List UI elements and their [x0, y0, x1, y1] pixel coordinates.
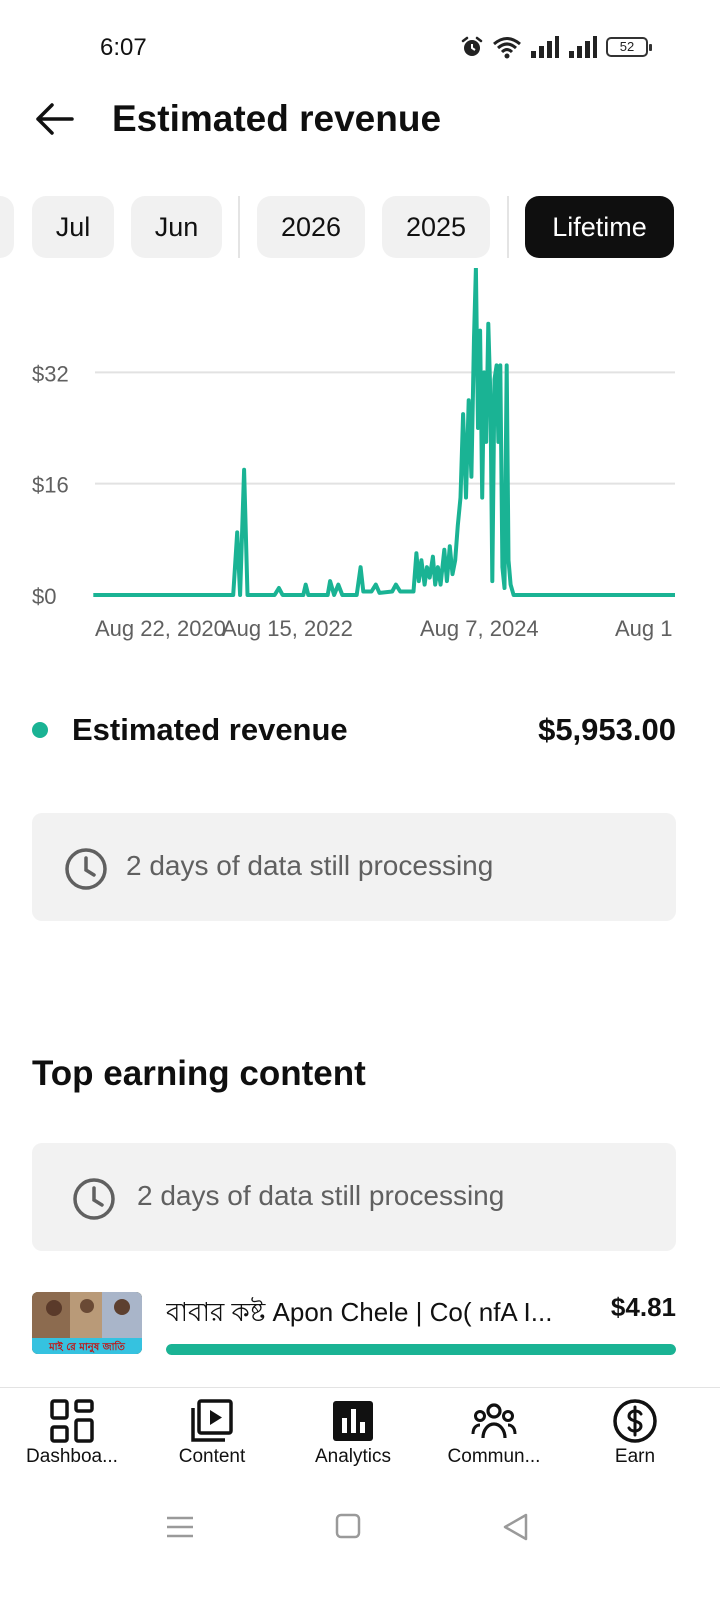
status-bar: 6:07 52 — [0, 0, 720, 96]
clock-icon — [73, 1178, 115, 1220]
chip-jul[interactable]: Jul — [32, 196, 114, 258]
nav-dashboard[interactable]: Dashboa... — [0, 1388, 144, 1480]
chip-lifetime[interactable]: Lifetime — [525, 196, 674, 258]
system-nav — [0, 1490, 720, 1560]
chip-partial[interactable] — [0, 196, 14, 258]
wifi-icon — [493, 37, 521, 59]
chart-y-tick-label: $16 — [32, 473, 69, 498]
signal-icon — [531, 36, 559, 58]
content-title[interactable]: বাবার কষ্ট Apon Chele | Co( nfA I... — [166, 1292, 571, 1336]
chart-x-tick-label: Aug 7, 2024 — [420, 616, 539, 641]
chip-jun[interactable]: Jun — [131, 196, 222, 258]
chip-divider-2 — [507, 196, 509, 258]
alarm-icon — [461, 36, 483, 56]
summary-label: Estimated revenue — [72, 712, 348, 747]
chart-x-tick-label: Aug 1 — [615, 616, 673, 641]
processing-notice: 2 days of data still processing — [32, 813, 676, 921]
battery-icon: 52 — [606, 37, 652, 57]
top-earning-title: Top earning content — [32, 1054, 366, 1093]
thumbnail-caption: মাই রে মানুষ জাতি — [48, 1340, 125, 1354]
nav-label: Earn — [614, 1446, 656, 1467]
menu-icon[interactable] — [160, 1510, 200, 1544]
status-time: 6:07 — [100, 34, 147, 61]
video-thumbnail[interactable]: মাই রে মানুষ জাতি — [32, 1292, 142, 1354]
chip-2025[interactable]: 2025 — [382, 196, 490, 258]
analytics-icon — [333, 1401, 373, 1441]
content-icon — [191, 1399, 233, 1442]
nav-label: Content — [178, 1446, 246, 1467]
nav-label: Analytics — [314, 1446, 392, 1467]
earn-icon — [613, 1399, 657, 1443]
top-earning-notice-text: 2 days of data still processing — [137, 1180, 505, 1211]
page-title: Estimated revenue — [112, 98, 442, 139]
bottom-nav: Dashboa... Content Analytics Commun... E… — [0, 1387, 720, 1479]
list-item[interactable]: মাই রে মানুষ জাতি বাবার কষ্ট Apon Chele … — [32, 1292, 676, 1358]
nav-content[interactable]: Content — [140, 1388, 284, 1480]
processing-notice-text: 2 days of data still processing — [126, 850, 494, 881]
home-icon[interactable] — [328, 1510, 368, 1544]
chart-y-tick-label: $0 — [32, 584, 56, 609]
content-revenue: $4.81 — [610, 1292, 676, 1322]
chip-2026[interactable]: 2026 — [257, 196, 365, 258]
revenue-share-bar-fill — [166, 1344, 676, 1355]
revenue-summary: Estimated revenue $5,953.00 — [32, 708, 676, 756]
nav-earn[interactable]: Earn — [563, 1388, 707, 1480]
status-icons: 52 — [460, 34, 652, 60]
chip-divider — [238, 196, 240, 258]
nav-label: Commun... — [447, 1446, 541, 1467]
chart-x-tick-label: Aug 15, 2022 — [222, 616, 353, 641]
top-earning-notice: 2 days of data still processing — [32, 1143, 676, 1251]
revenue-chart[interactable]: $0 $16 $32 Aug 22, 2020 Aug 15, 2022 Aug 7, 2… — [0, 266, 720, 658]
legend-dot — [32, 722, 48, 738]
dashboard-icon — [50, 1399, 94, 1443]
summary-value: $5,953.00 — [538, 712, 676, 747]
back-button[interactable] — [30, 96, 78, 142]
revenue-share-bar — [166, 1344, 676, 1355]
signal-icon-2 — [569, 36, 597, 58]
chart-y-tick-label: $32 — [32, 361, 69, 386]
back-nav-icon[interactable] — [496, 1510, 536, 1544]
chart-x-tick-label: Aug 22, 2020 — [95, 616, 226, 641]
period-chip-row[interactable]: Jul Jun 2026 2025 Lifetime — [0, 196, 720, 258]
clock-icon — [65, 848, 107, 890]
chart-series-line — [93, 266, 675, 597]
arrow-left-icon — [36, 103, 74, 135]
nav-analytics[interactable]: Analytics — [281, 1388, 425, 1480]
app-header: Estimated revenue — [0, 86, 720, 152]
nav-label: Dashboa... — [26, 1446, 118, 1467]
nav-community[interactable]: Commun... — [422, 1388, 566, 1480]
revenue-chart-svg[interactable]: $0 $16 $32 Aug 22, 2020Aug 15, 2022 Aug 7, 2… — [0, 266, 720, 658]
community-icon — [471, 1403, 517, 1439]
